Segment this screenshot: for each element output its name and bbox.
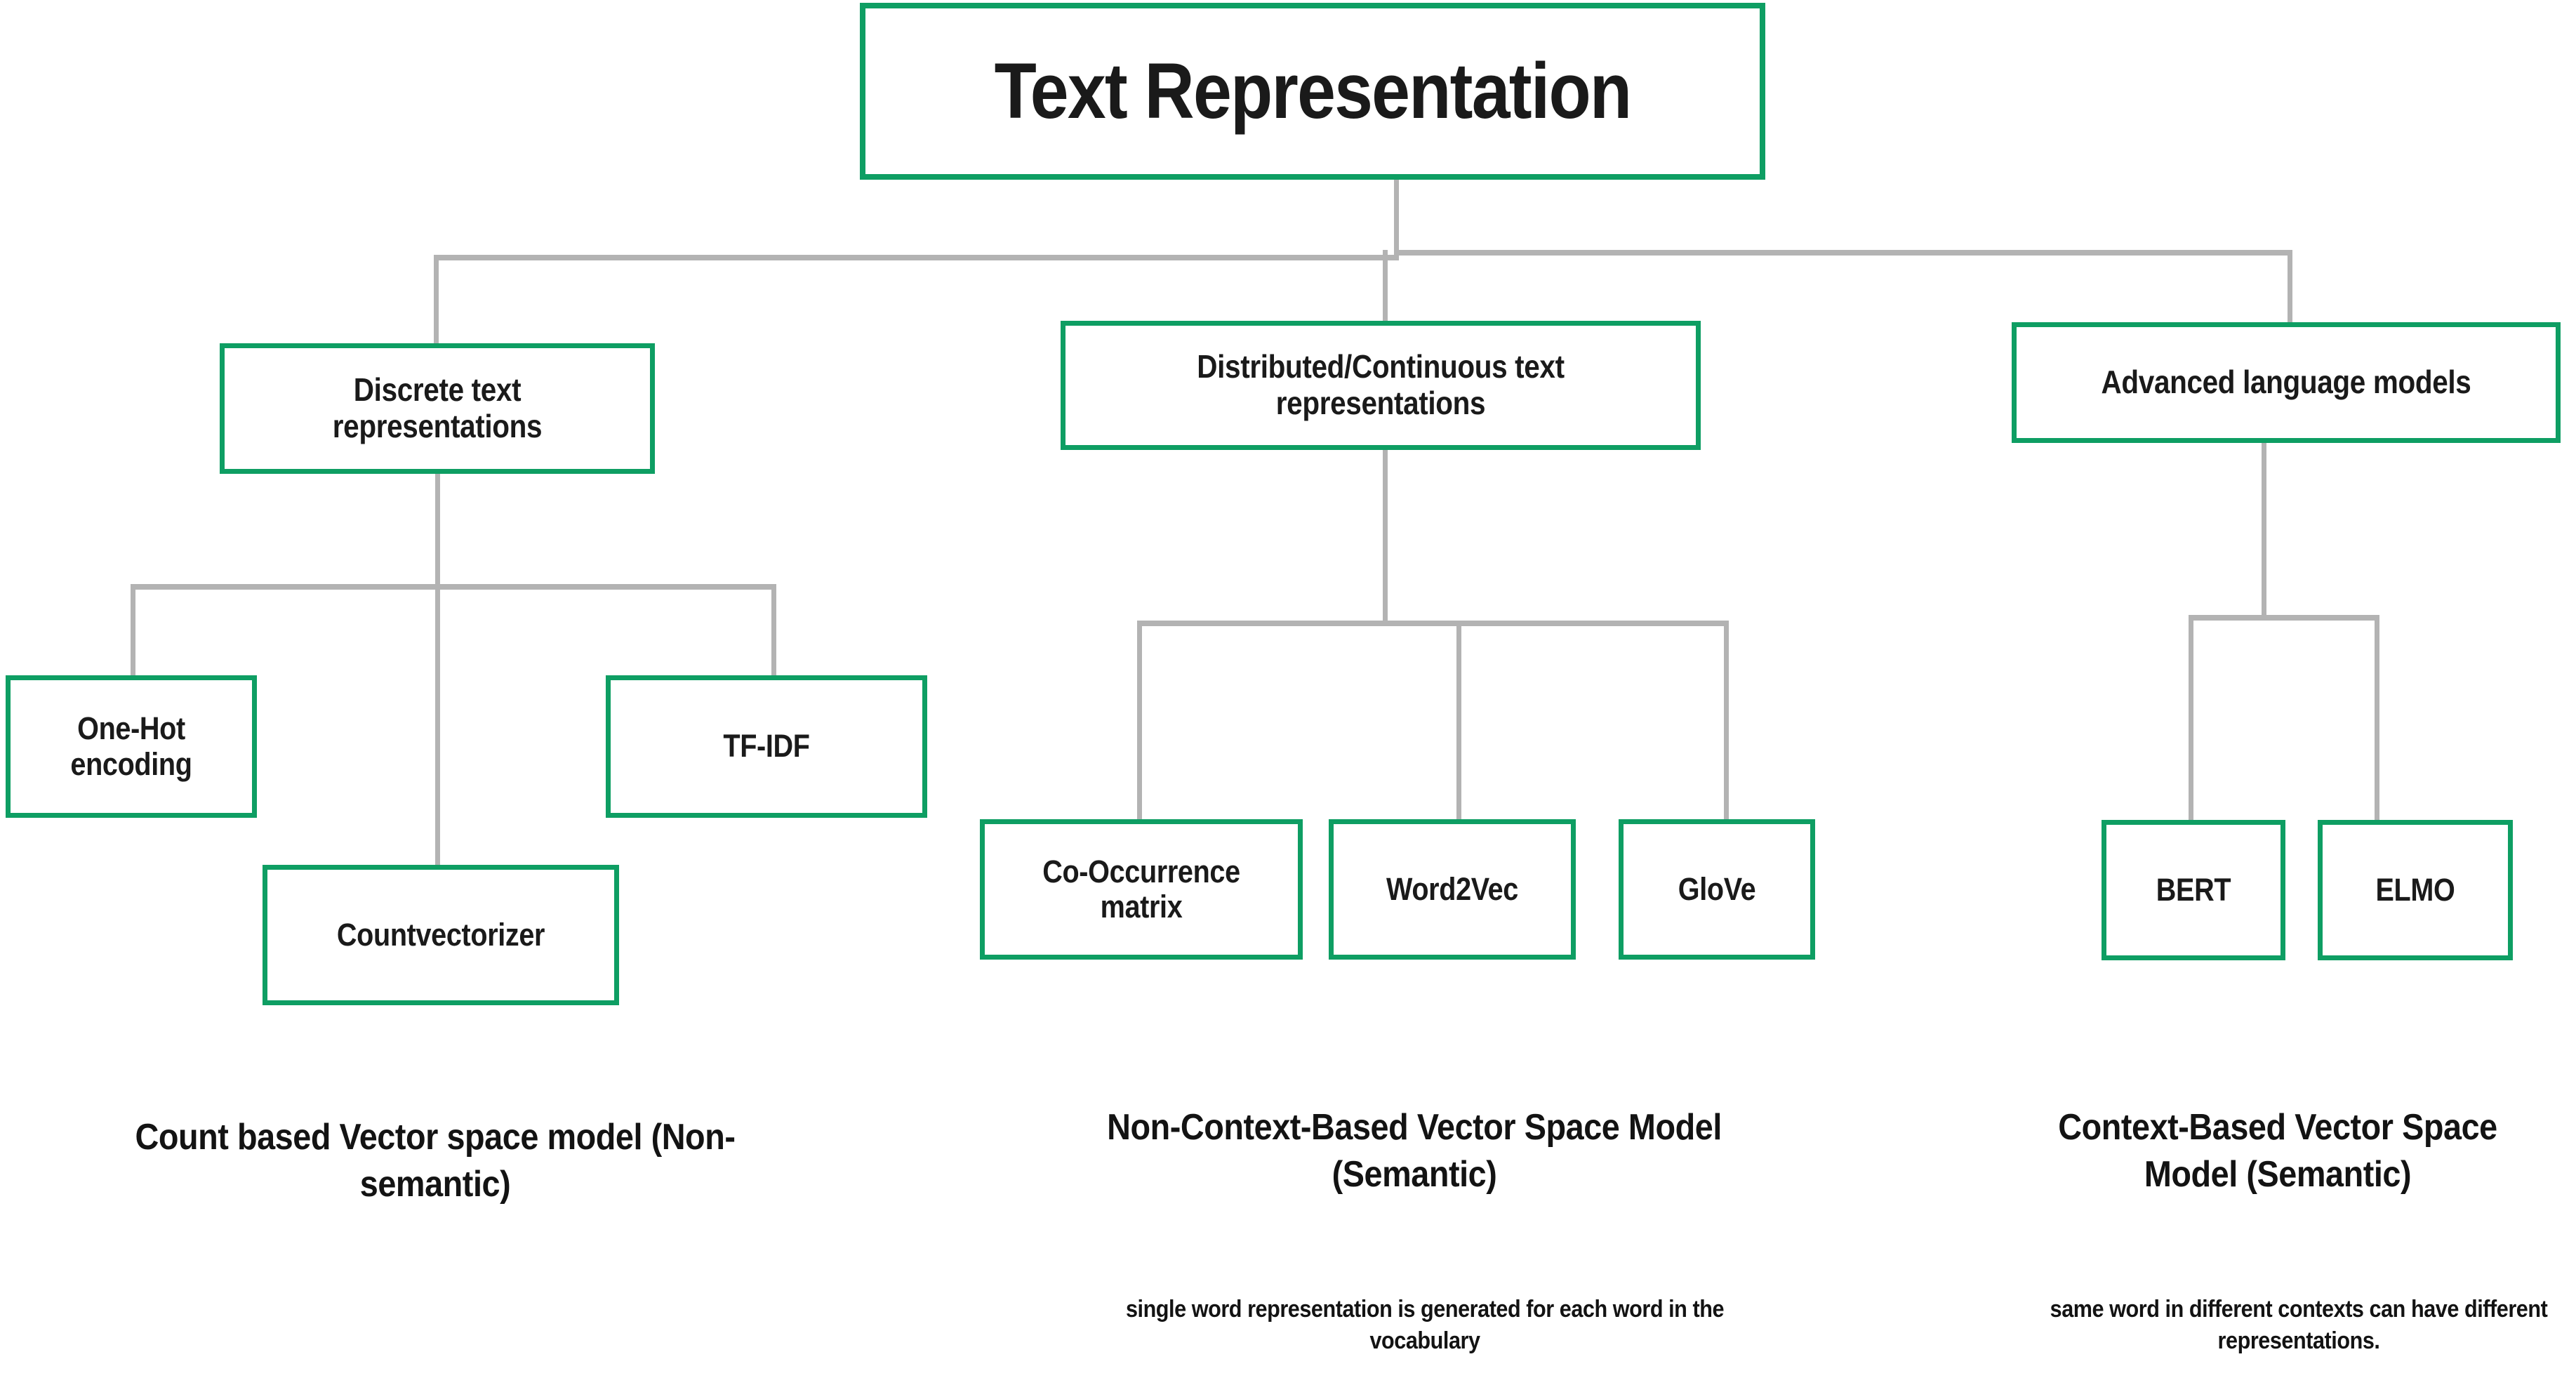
- node-tf-idf[interactable]: TF-IDF: [606, 675, 927, 818]
- node-glove[interactable]: GloVe: [1619, 819, 1815, 960]
- connector-distributed-stem: [1383, 450, 1388, 625]
- node-distributed-continuous-text-representations[interactable]: Distributed/Continuous text representati…: [1061, 321, 1701, 450]
- node-word2vec[interactable]: Word2Vec: [1329, 819, 1576, 960]
- caption-distributed: Non-Context-Based Vector Space Model (Se…: [1039, 1104, 1790, 1198]
- node-label-elmo: ELMO: [2375, 871, 2455, 908]
- node-one-hot-encoding[interactable]: One-Hot encoding: [6, 675, 257, 818]
- connector-drop-advanced: [2288, 250, 2292, 322]
- subcaption-advanced-text: same word in different contexts can have…: [2050, 1296, 2548, 1355]
- node-label-distributed: Distributed/Continuous text representati…: [1197, 348, 1565, 421]
- node-label-discrete: Discrete text representations: [332, 371, 543, 444]
- node-label-co-occurrence: Co-Occurrence matrix: [1042, 853, 1240, 925]
- node-advanced-language-models[interactable]: Advanced language models: [2012, 322, 2561, 443]
- subcaption-distributed-text: single word representation is generated …: [1125, 1296, 1725, 1355]
- node-label-advanced: Advanced language models: [2101, 364, 2471, 401]
- subcaption-advanced: same word in different contexts can have…: [2021, 1294, 2576, 1357]
- node-label-bert: BERT: [2156, 871, 2231, 908]
- connector-root-stem: [1394, 180, 1399, 258]
- node-bert[interactable]: BERT: [2102, 820, 2285, 960]
- connector-drop-discrete: [434, 255, 439, 345]
- node-co-occurrence-matrix[interactable]: Co-Occurrence matrix: [980, 819, 1303, 960]
- node-elmo[interactable]: ELMO: [2318, 820, 2513, 960]
- diagram-canvas: Text Representation Discrete text repres…: [0, 0, 2576, 1385]
- connector-drop-one-hot: [131, 584, 135, 677]
- connector-drop-elmo: [2375, 615, 2379, 823]
- subcaption-distributed: single word representation is generated …: [1074, 1294, 1776, 1357]
- connector-advanced-stem: [2262, 443, 2266, 618]
- connector-drop-tf-idf: [771, 584, 776, 677]
- connector-drop-distributed: [1383, 250, 1388, 322]
- node-label-glove: GloVe: [1678, 870, 1756, 907]
- connector-advanced-child-bus: [2189, 615, 2379, 621]
- caption-distributed-text: Non-Context-Based Vector Space Model (Se…: [1107, 1107, 1722, 1195]
- node-text-representation[interactable]: Text Representation: [860, 3, 1765, 180]
- node-label-word2vec: Word2Vec: [1386, 870, 1518, 907]
- node-label-countvectorizer: Countvectorizer: [336, 916, 545, 953]
- node-label-root: Text Representation: [994, 47, 1632, 135]
- connector-drop-glove: [1724, 621, 1729, 823]
- caption-discrete: Count based Vector space model (Non-sema…: [56, 1114, 814, 1207]
- node-label-one-hot: One-Hot encoding: [70, 710, 192, 782]
- node-label-tf-idf: TF-IDF: [723, 728, 810, 764]
- connector-distributed-child-bus: [1137, 621, 1729, 626]
- caption-advanced: Context-Based Vector Space Model (Semant…: [1979, 1104, 2576, 1198]
- connector-discrete-child-bus: [131, 584, 776, 590]
- node-discrete-text-representations[interactable]: Discrete text representations: [220, 343, 655, 474]
- connector-drop-bert: [2189, 615, 2193, 823]
- connector-drop-word2vec: [1456, 621, 1461, 823]
- caption-advanced-text: Context-Based Vector Space Model (Semant…: [2058, 1107, 2497, 1195]
- connector-discrete-stem: [435, 474, 440, 867]
- connector-drop-co-occurrence: [1137, 621, 1142, 823]
- caption-discrete-text: Count based Vector space model (Non-sema…: [135, 1117, 736, 1205]
- connector-top-bus-left: [434, 255, 1399, 260]
- connector-top-bus-right: [1394, 250, 2292, 256]
- node-countvectorizer[interactable]: Countvectorizer: [263, 865, 619, 1005]
